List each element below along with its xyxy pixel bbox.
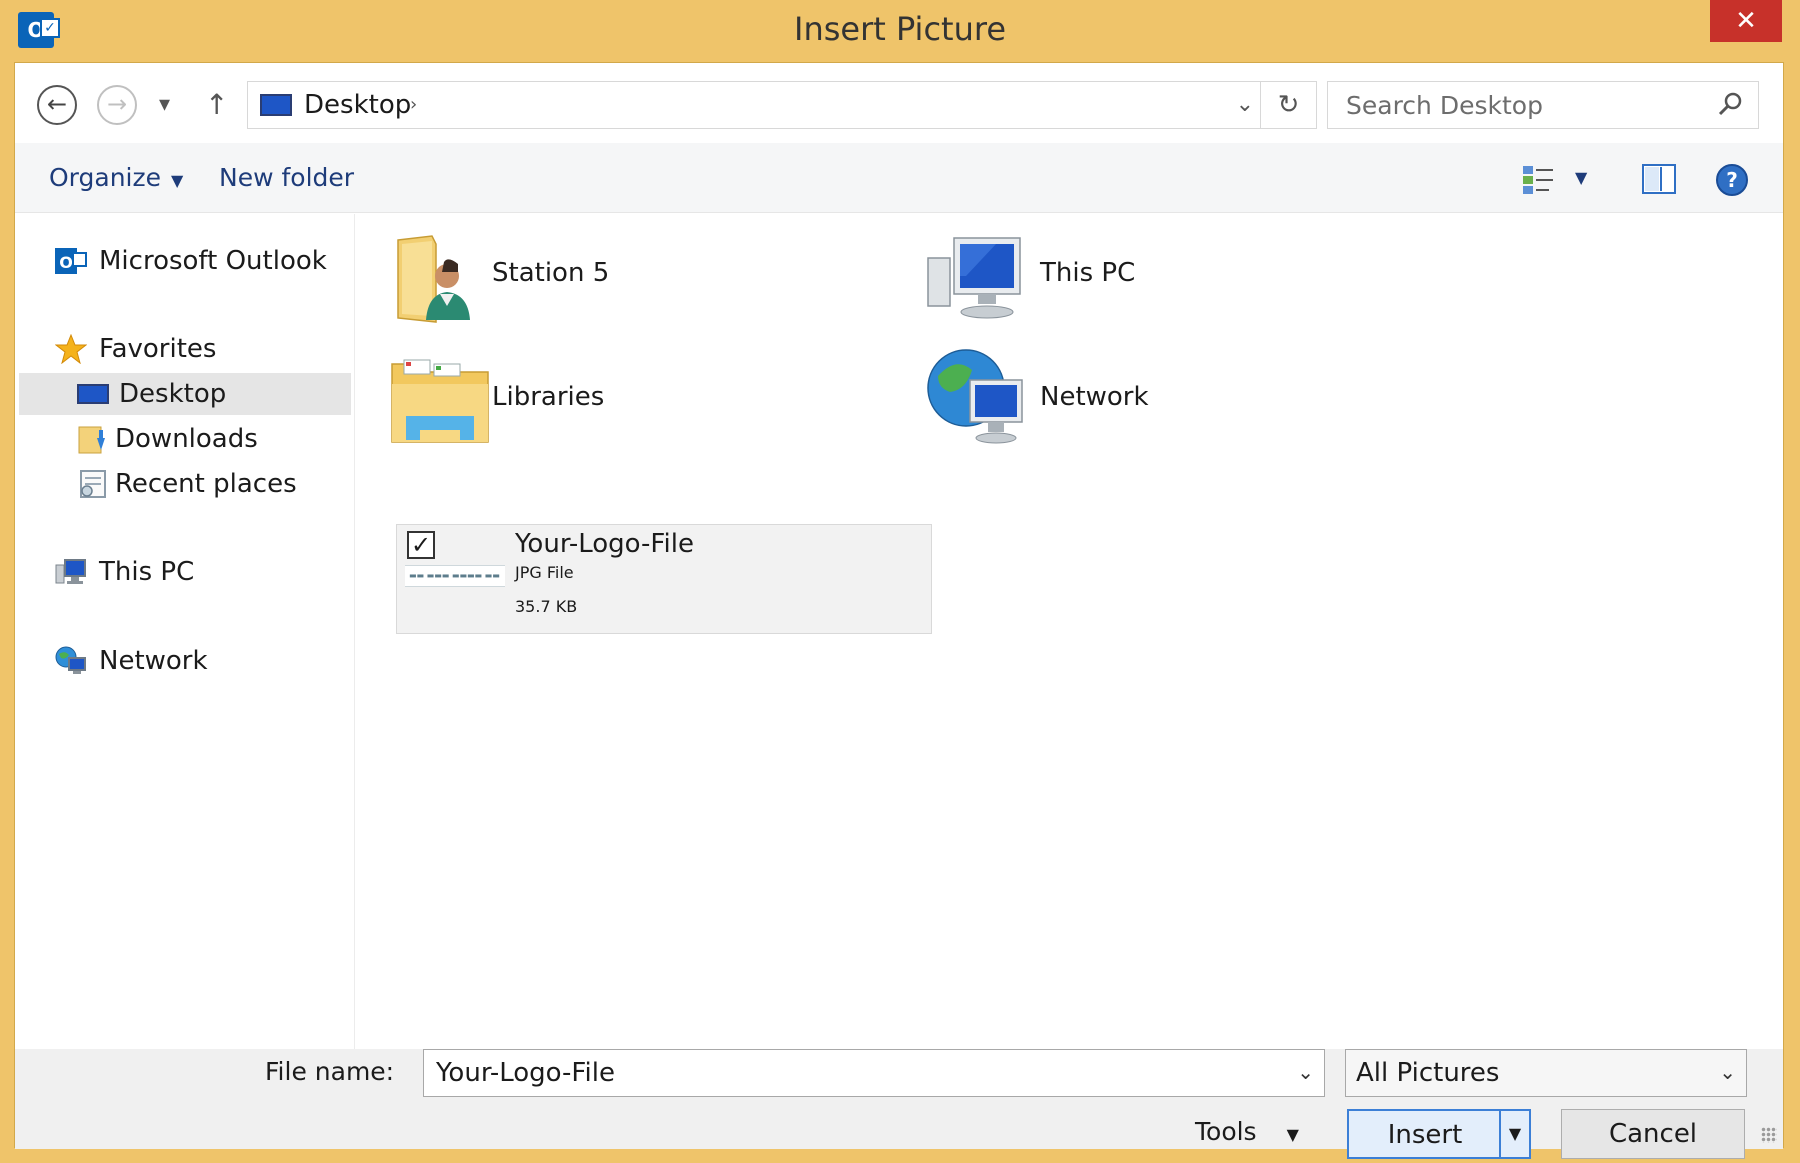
breadcrumb-desktop[interactable]: Desktop bbox=[304, 88, 411, 122]
network-icon bbox=[55, 646, 86, 674]
svg-text:O: O bbox=[59, 253, 73, 272]
file-list: Station 5 This PC Libraries Network ✓ ▬▬… bbox=[356, 214, 1783, 1049]
item-name: This PC bbox=[1040, 258, 1136, 288]
sidebar-item-downloads[interactable]: Downloads bbox=[77, 418, 347, 460]
sidebar-item-recent-places[interactable]: Recent places bbox=[77, 463, 347, 505]
search-box[interactable] bbox=[1327, 81, 1759, 129]
sidebar-item-network[interactable]: Network bbox=[55, 640, 345, 682]
chevron-down-icon: ⌄ bbox=[1719, 1060, 1736, 1084]
file-size: 35.7 KB bbox=[515, 597, 578, 616]
insert-label: Insert bbox=[1387, 1120, 1463, 1150]
item-checkbox[interactable]: ✓ bbox=[407, 531, 435, 559]
file-name-panel: File name: ⌄ All Pictures ⌄ Tools ▼ Inser… bbox=[15, 1049, 1783, 1159]
sidebar-item-label: Recent places bbox=[115, 469, 297, 499]
forward-button[interactable]: → bbox=[97, 85, 137, 125]
cancel-button[interactable]: Cancel bbox=[1561, 1109, 1745, 1159]
list-item-station-5[interactable]: Station 5 bbox=[386, 226, 836, 326]
computer-icon bbox=[55, 559, 86, 584]
star-icon bbox=[55, 334, 87, 364]
file-name: Your-Logo-File bbox=[515, 529, 694, 559]
caret-down-icon: ▼ bbox=[171, 171, 184, 190]
svg-text:?: ? bbox=[1726, 168, 1738, 192]
refresh-icon: ↻ bbox=[1277, 90, 1300, 120]
sidebar-item-label: Network bbox=[99, 646, 208, 676]
list-item-your-logo-file[interactable]: ✓ ▬▬ ▬▬▬ ▬▬▬▬ ▬▬ Your-Logo-File JPG File… bbox=[396, 524, 932, 634]
file-name-label: File name: bbox=[265, 1057, 395, 1086]
tools-label: Tools bbox=[1195, 1117, 1257, 1146]
command-toolbar: Organize ▼ New folder ▼ ? bbox=[15, 143, 1783, 213]
caret-down-icon: ▼ bbox=[1286, 1125, 1299, 1144]
sidebar-item-label: Downloads bbox=[115, 424, 258, 454]
user-folder-icon bbox=[397, 235, 470, 323]
downloads-folder-icon bbox=[78, 426, 105, 454]
refresh-button[interactable]: ↻ bbox=[1260, 82, 1316, 128]
organize-menu[interactable]: Organize ▼ bbox=[49, 143, 183, 216]
forward-arrow-icon: → bbox=[106, 90, 128, 118]
sidebar-item-outlook[interactable]: O Microsoft Outlook bbox=[55, 240, 345, 282]
chevron-down-icon[interactable]: ⌄ bbox=[1297, 1060, 1314, 1084]
item-name: Libraries bbox=[492, 382, 605, 412]
close-button[interactable]: ✕ bbox=[1710, 0, 1782, 42]
desktop-icon bbox=[260, 94, 292, 116]
file-name-combobox[interactable]: ⌄ bbox=[423, 1049, 1325, 1097]
change-view-icon[interactable] bbox=[1521, 163, 1557, 197]
breadcrumb-arrow-icon[interactable]: › bbox=[410, 88, 417, 122]
navigation-pane: O Microsoft Outlook Favorites Desktop Do bbox=[15, 214, 355, 1049]
insert-button[interactable]: Insert ▼ bbox=[1347, 1109, 1531, 1159]
sidebar-item-desktop[interactable]: Desktop bbox=[19, 373, 351, 415]
file-name-input[interactable] bbox=[424, 1050, 1264, 1096]
list-item-network[interactable]: Network bbox=[926, 342, 1376, 446]
desktop-icon bbox=[77, 384, 109, 404]
outlook-icon: O bbox=[55, 248, 87, 274]
view-options-caret-icon[interactable]: ▼ bbox=[1575, 143, 1587, 213]
address-dropdown-icon[interactable]: ⌄ bbox=[1236, 88, 1254, 122]
file-type: JPG File bbox=[515, 563, 574, 582]
resize-grip[interactable] bbox=[1761, 1127, 1777, 1143]
file-type-value: All Pictures bbox=[1356, 1058, 1500, 1088]
item-name: Station 5 bbox=[492, 258, 610, 288]
file-type-select[interactable]: All Pictures ⌄ bbox=[1345, 1049, 1747, 1097]
list-item-libraries[interactable]: Libraries bbox=[386, 342, 836, 446]
recent-places-icon bbox=[80, 470, 106, 498]
item-name: Network bbox=[1040, 382, 1149, 412]
address-bar[interactable]: Desktop › ⌄ ↻ bbox=[247, 81, 1317, 129]
up-arrow-icon: ↑ bbox=[205, 88, 229, 121]
new-folder-button[interactable]: New folder bbox=[219, 143, 354, 213]
tools-menu[interactable]: Tools ▼ bbox=[1195, 1109, 1299, 1158]
up-button[interactable]: ↑ bbox=[205, 85, 228, 125]
title-bar: O ✓ Insert Picture ✕ bbox=[0, 0, 1800, 62]
sidebar-item-label: Favorites bbox=[99, 334, 217, 364]
computer-icon bbox=[927, 237, 1021, 319]
sidebar-item-label: Desktop bbox=[119, 379, 227, 409]
recent-locations-button[interactable]: ▾ bbox=[159, 85, 170, 125]
sidebar-item-label: This PC bbox=[99, 557, 195, 587]
insert-options-caret-icon[interactable]: ▼ bbox=[1499, 1111, 1529, 1157]
search-icon[interactable] bbox=[1716, 90, 1744, 118]
organize-label: Organize bbox=[49, 163, 161, 192]
back-button[interactable]: ← bbox=[37, 85, 77, 125]
close-icon: ✕ bbox=[1735, 6, 1757, 36]
navigation-bar: ← → ▾ ↑ Desktop › ⌄ ↻ bbox=[15, 63, 1783, 143]
preview-pane-icon[interactable] bbox=[1641, 163, 1677, 195]
image-thumbnail: ▬▬ ▬▬▬ ▬▬▬▬ ▬▬ bbox=[405, 565, 505, 587]
sidebar-item-label: Microsoft Outlook bbox=[99, 246, 327, 276]
list-item-this-pc[interactable]: This PC bbox=[926, 226, 1376, 326]
sidebar-item-favorites[interactable]: Favorites bbox=[55, 328, 345, 370]
network-globe-icon bbox=[927, 349, 1023, 444]
libraries-folder-icon bbox=[391, 359, 489, 443]
sidebar-item-this-pc[interactable]: This PC bbox=[55, 551, 345, 593]
back-arrow-icon: ← bbox=[46, 90, 68, 118]
help-icon[interactable]: ? bbox=[1715, 163, 1749, 197]
file-dialog: ← → ▾ ↑ Desktop › ⌄ ↻ Search Desktop Org… bbox=[14, 62, 1784, 1159]
search-input[interactable] bbox=[1328, 82, 1708, 128]
window-title: Insert Picture bbox=[794, 10, 1006, 48]
chevron-down-icon: ▾ bbox=[159, 92, 171, 117]
